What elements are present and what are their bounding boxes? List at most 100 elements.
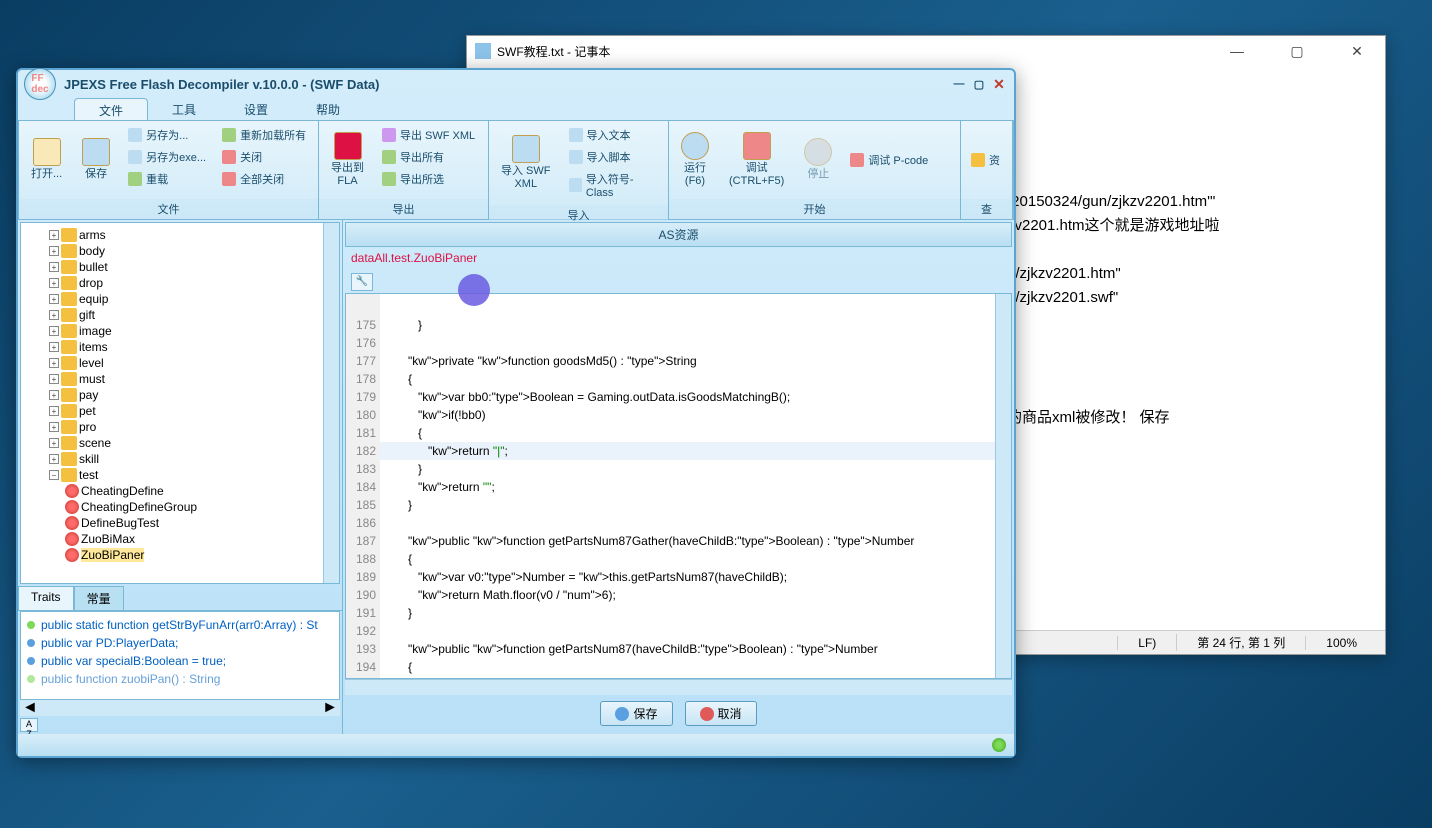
import-xml-button[interactable]: 导入 SWF XML	[493, 125, 559, 201]
tree-item-CheatingDefine[interactable]: CheatingDefine	[25, 483, 335, 499]
import-symbol-button[interactable]: 导入符号-Class	[563, 169, 665, 201]
tree-folder-pro[interactable]: +pro	[25, 419, 335, 435]
reloadall-button[interactable]: 重新加载所有	[216, 125, 312, 145]
run-button[interactable]: 运行 (F6)	[673, 125, 717, 195]
code-line[interactable]: }	[380, 316, 1011, 334]
tab-file[interactable]: 文件	[74, 98, 148, 120]
expand-icon[interactable]: +	[49, 438, 59, 448]
import-text-button[interactable]: 导入文本	[563, 125, 665, 145]
code-line[interactable]: "kw">return Math.floor(v0 / "num">6);	[380, 586, 1011, 604]
tab-help[interactable]: 帮助	[292, 98, 364, 120]
close-button[interactable]: 关闭	[216, 147, 312, 167]
jpexs-maximize-button[interactable]: ▢	[970, 76, 988, 92]
code-line[interactable]: }	[380, 496, 1011, 514]
code-save-button[interactable]: 保存	[600, 701, 672, 726]
tree-view[interactable]: +arms+body+bullet+drop+equip+gift+image+…	[20, 222, 340, 584]
expand-icon[interactable]: +	[49, 342, 59, 352]
code-vscrollbar[interactable]	[995, 294, 1011, 679]
resources-button[interactable]: 资	[965, 125, 1006, 195]
minimize-button[interactable]: —	[1217, 43, 1257, 60]
traits-scrollbar[interactable]: ◄►	[20, 700, 340, 716]
code-line[interactable]: {	[380, 550, 1011, 568]
code-line[interactable]: "kw">public "kw">function getPartsNum87G…	[380, 532, 1011, 550]
code-line[interactable]: }	[380, 604, 1011, 622]
expand-icon[interactable]: +	[49, 326, 59, 336]
debug-button[interactable]: 调试 (CTRL+F5)	[721, 125, 792, 195]
tree-folder-must[interactable]: +must	[25, 371, 335, 387]
expand-icon[interactable]: +	[49, 262, 59, 272]
expand-icon[interactable]: +	[49, 294, 59, 304]
code-line[interactable]: "kw">var v0:"type">Number = "kw">this.ge…	[380, 568, 1011, 586]
code-line[interactable]: }	[380, 460, 1011, 478]
tree-item-ZuoBiMax[interactable]: ZuoBiMax	[25, 531, 335, 547]
maximize-button[interactable]: ▢	[1277, 43, 1317, 60]
code-editor[interactable]: 1751761771781791801811821831841851861871…	[345, 293, 1012, 680]
jpexs-titlebar[interactable]: FFdec JPEXS Free Flash Decompiler v.10.0…	[18, 70, 1014, 98]
tree-item-ZuoBiPaner[interactable]: ZuoBiPaner	[25, 547, 335, 563]
tree-folder-pay[interactable]: +pay	[25, 387, 335, 403]
expand-icon[interactable]: +	[49, 390, 59, 400]
tab-tools[interactable]: 工具	[148, 98, 220, 120]
code-tool-button[interactable]: 🔧	[351, 273, 373, 291]
trait-item[interactable]: public function zuobiPan() : String	[25, 670, 335, 688]
tree-folder-arms[interactable]: +arms	[25, 227, 335, 243]
code-line[interactable]: "kw">return "|";	[380, 442, 1011, 460]
code-line[interactable]	[380, 514, 1011, 532]
code-line[interactable]	[380, 334, 1011, 352]
trait-item[interactable]: public var PD:PlayerData;	[25, 634, 335, 652]
code-line[interactable]: "kw">if(!bb0)	[380, 406, 1011, 424]
expand-icon[interactable]: +	[49, 310, 59, 320]
tree-folder-equip[interactable]: +equip	[25, 291, 335, 307]
traits-tab-traits[interactable]: Traits	[18, 586, 74, 610]
debug-pcode-button[interactable]: 调试 P-code	[844, 125, 934, 195]
trait-item[interactable]: public static function getStrByFunArr(ar…	[25, 616, 335, 634]
jpexs-close-button[interactable]: ✕	[990, 76, 1008, 92]
export-all-button[interactable]: 导出所有	[376, 147, 481, 167]
tree-folder-bullet[interactable]: +bullet	[25, 259, 335, 275]
code-line[interactable]: "kw">private "kw">function goodsMd5() : …	[380, 352, 1011, 370]
expand-icon[interactable]: +	[49, 358, 59, 368]
tree-folder-gift[interactable]: +gift	[25, 307, 335, 323]
tree-item-DefineBugTest[interactable]: DefineBugTest	[25, 515, 335, 531]
code-line[interactable]: "kw">var bb0:"type">Boolean = Gaming.out…	[380, 388, 1011, 406]
code-hscrollbar[interactable]	[345, 679, 1012, 695]
tree-folder-level[interactable]: +level	[25, 355, 335, 371]
code-line[interactable]: {	[380, 658, 1011, 676]
tree-folder-items[interactable]: +items	[25, 339, 335, 355]
closeall-button[interactable]: 全部关闭	[216, 169, 312, 189]
trait-item[interactable]: public var specialB:Boolean = true;	[25, 652, 335, 670]
tree-folder-drop[interactable]: +drop	[25, 275, 335, 291]
expand-icon[interactable]: +	[49, 406, 59, 416]
expand-icon[interactable]: +	[49, 454, 59, 464]
saveasexe-button[interactable]: 另存为exe...	[122, 147, 212, 167]
tree-folder-skill[interactable]: +skill	[25, 451, 335, 467]
tree-folder-pet[interactable]: +pet	[25, 403, 335, 419]
traits-list[interactable]: public static function getStrByFunArr(ar…	[20, 611, 340, 700]
sort-button[interactable]: AZ	[18, 716, 342, 734]
tree-folder-image[interactable]: +image	[25, 323, 335, 339]
tab-settings[interactable]: 设置	[220, 98, 292, 120]
notepad-titlebar[interactable]: SWF教程.txt - 记事本 — ▢ ✕	[467, 36, 1385, 66]
export-xml-button[interactable]: 导出 SWF XML	[376, 125, 481, 145]
saveas-button[interactable]: 另存为...	[122, 125, 212, 145]
tree-folder-scene[interactable]: +scene	[25, 435, 335, 451]
tree-scrollbar[interactable]	[323, 223, 339, 583]
export-sel-button[interactable]: 导出所选	[376, 169, 481, 189]
save-button[interactable]: 保存	[74, 125, 118, 195]
code-cancel-button[interactable]: 取消	[685, 701, 757, 726]
export-fla-button[interactable]: 导出到 FLA	[323, 125, 372, 195]
expand-icon[interactable]: −	[49, 470, 59, 480]
tree-folder-test[interactable]: −test	[25, 467, 335, 483]
tree-item-CheatingDefineGroup[interactable]: CheatingDefineGroup	[25, 499, 335, 515]
open-button[interactable]: 打开...	[23, 125, 70, 195]
import-script-button[interactable]: 导入脚本	[563, 147, 665, 167]
code-line[interactable]: "kw">return "";	[380, 478, 1011, 496]
expand-icon[interactable]: +	[49, 422, 59, 432]
code-line[interactable]: {	[380, 370, 1011, 388]
traits-tab-const[interactable]: 常量	[74, 586, 124, 610]
code-line[interactable]: {	[380, 424, 1011, 442]
reload-button[interactable]: 重载	[122, 169, 212, 189]
expand-icon[interactable]: +	[49, 246, 59, 256]
close-button[interactable]: ✕	[1337, 43, 1377, 60]
stop-button[interactable]: 停止	[796, 125, 840, 195]
